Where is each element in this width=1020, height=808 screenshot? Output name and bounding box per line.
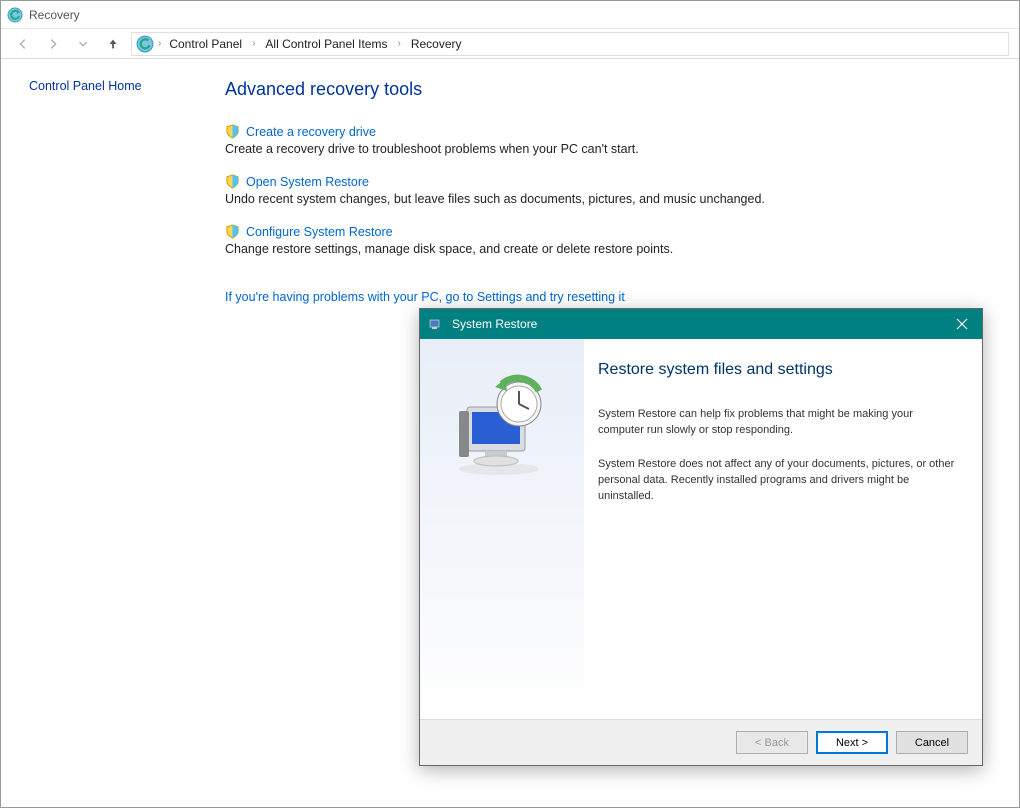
breadcrumb-item[interactable]: Control Panel (165, 35, 246, 53)
shield-icon (225, 224, 240, 239)
cancel-button[interactable]: Cancel (896, 731, 968, 754)
breadcrumb: Control Panel › All Control Panel Items … (165, 35, 465, 53)
breadcrumb-icon (136, 35, 154, 53)
dialog-body: Restore system files and settings System… (420, 339, 982, 719)
tool-item: Create a recovery drive Create a recover… (225, 124, 989, 156)
tool-description: Create a recovery drive to troubleshoot … (225, 142, 989, 156)
chevron-right-icon: › (250, 38, 257, 49)
up-button[interactable] (101, 32, 125, 56)
dialog-sidebar (420, 339, 584, 719)
create-recovery-drive-link[interactable]: Create a recovery drive (246, 125, 376, 139)
tool-item: Open System Restore Undo recent system c… (225, 174, 989, 206)
dialog-titlebar[interactable]: System Restore (420, 309, 982, 339)
system-restore-dialog: System Restore Restore system (419, 308, 983, 766)
system-restore-icon (428, 316, 444, 332)
configure-system-restore-link[interactable]: Configure System Restore (246, 225, 393, 239)
sidebar: Control Panel Home (1, 79, 201, 304)
recent-dropdown[interactable] (71, 32, 95, 56)
window-title: Recovery (29, 8, 80, 22)
window-titlebar: Recovery (1, 1, 1019, 29)
dialog-heading: Restore system files and settings (598, 361, 958, 379)
page-heading: Advanced recovery tools (225, 79, 989, 100)
tool-description: Change restore settings, manage disk spa… (225, 242, 989, 256)
tool-item: Configure System Restore Change restore … (225, 224, 989, 256)
forward-button[interactable] (41, 32, 65, 56)
reset-pc-link[interactable]: If you're having problems with your PC, … (225, 290, 625, 304)
breadcrumb-item[interactable]: Recovery (407, 35, 466, 53)
close-button[interactable] (950, 312, 974, 336)
back-button[interactable] (11, 32, 35, 56)
main-panel: Advanced recovery tools Create a recover… (201, 79, 1019, 304)
dialog-paragraph: System Restore can help fix problems tha… (598, 407, 958, 439)
next-button[interactable]: Next > (816, 731, 888, 754)
chevron-right-icon: › (395, 38, 402, 49)
restore-illustration-icon (447, 369, 557, 479)
dialog-content: Restore system files and settings System… (584, 339, 982, 719)
back-button: < Back (736, 731, 808, 754)
chevron-right-icon: › (156, 38, 163, 49)
open-system-restore-link[interactable]: Open System Restore (246, 175, 369, 189)
navigation-bar: › Control Panel › All Control Panel Item… (1, 29, 1019, 59)
breadcrumb-item[interactable]: All Control Panel Items (261, 35, 391, 53)
address-bar[interactable]: › Control Panel › All Control Panel Item… (131, 32, 1009, 56)
app-icon (7, 7, 23, 23)
content-area: Control Panel Home Advanced recovery too… (1, 59, 1019, 304)
tool-description: Undo recent system changes, but leave fi… (225, 192, 989, 206)
dialog-title: System Restore (452, 317, 537, 331)
dialog-footer: < Back Next > Cancel (420, 719, 982, 765)
shield-icon (225, 174, 240, 189)
dialog-paragraph: System Restore does not affect any of yo… (598, 457, 958, 505)
control-panel-home-link[interactable]: Control Panel Home (29, 79, 142, 93)
shield-icon (225, 124, 240, 139)
